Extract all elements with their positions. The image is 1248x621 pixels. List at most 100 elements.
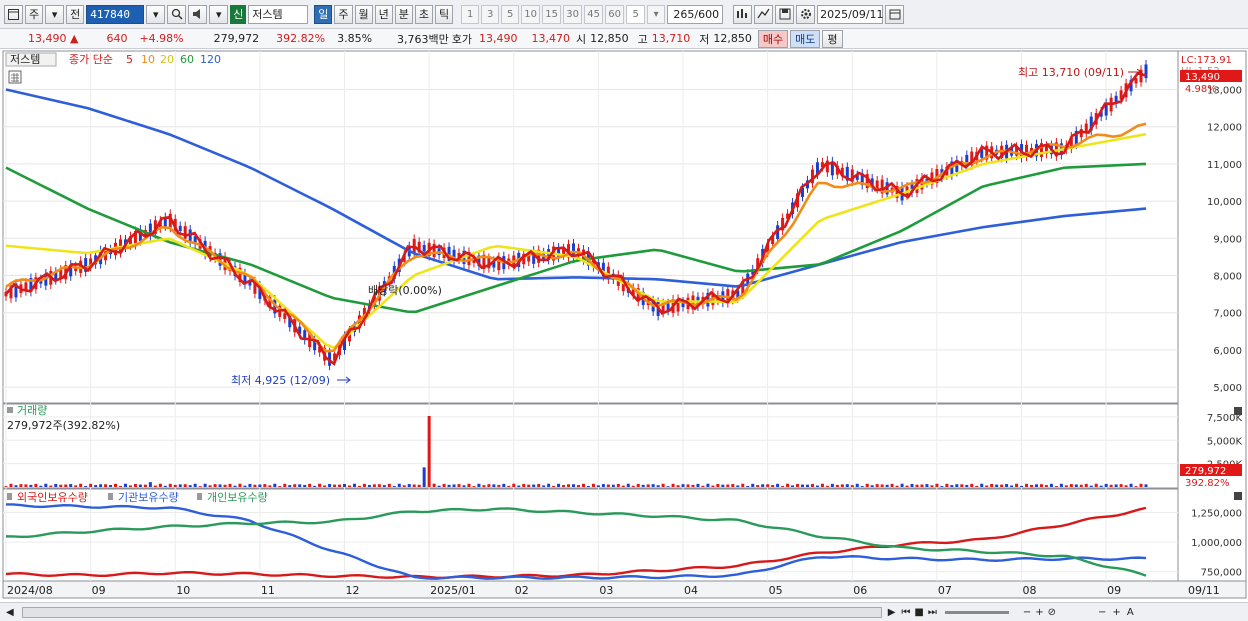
volume-bar [1044,485,1048,487]
chevron-down-icon[interactable]: ▾ [209,4,229,24]
chevron-down-icon[interactable]: ▾ [647,4,666,24]
draw-line-icon[interactable] [754,4,774,24]
zoom-out-icon[interactable]: − [1023,607,1031,618]
interval-3[interactable]: 3 [481,4,500,24]
gear-icon[interactable] [796,4,816,24]
volume-bar [955,484,959,487]
interval-60[interactable]: 60 [605,4,625,24]
volume-bar [84,485,88,487]
buy-button[interactable]: 매수 [757,29,789,48]
volume-bar [34,483,38,487]
interval-30[interactable]: 30 [563,4,583,24]
volume-bar [801,484,805,487]
close-icon[interactable] [1234,492,1242,500]
period-day[interactable]: 일 [314,4,333,24]
interval-input[interactable]: 5 [626,4,646,24]
first-page-icon[interactable]: ⏮ [901,607,910,618]
period-minute[interactable]: 분 [394,4,413,24]
volume-bar [437,485,441,487]
volume-bar [820,483,824,487]
volume-bar [133,484,137,487]
period-week[interactable]: 주 [334,4,353,24]
volume-bar [482,485,486,487]
period-year[interactable]: 년 [374,4,393,24]
volume-bar [656,485,660,487]
sell-button[interactable]: 매도 [790,29,821,48]
x-tick-label: 09 [92,584,106,597]
volume-bar [781,485,785,487]
volume-bar [591,483,595,487]
volume-bar [208,485,212,487]
volume-bar [666,486,670,487]
speaker-icon[interactable] [188,4,208,24]
volume-bar [328,484,332,487]
scroll-left-icon[interactable]: ◀ [6,607,14,618]
zoom-slider[interactable] [944,610,1009,614]
volume-bar [1124,485,1128,487]
volume-tag-pct: 392.82% [1185,478,1230,489]
volume-bar [228,483,232,487]
volume-bar [900,483,904,487]
stop-icon[interactable]: ■ [914,607,923,618]
stock-name-field[interactable]: 저스템 [248,4,309,24]
chart-tool-icon[interactable] [733,4,753,24]
interval-5[interactable]: 5 [501,4,520,24]
volume-bar [283,483,287,487]
market-select[interactable]: 주 [25,4,44,24]
avg-button[interactable]: 평 [822,29,843,48]
interval-45[interactable]: 45 [584,4,604,24]
interval-15[interactable]: 15 [542,4,562,24]
volume-bar [681,484,685,487]
volume-bar [1064,485,1068,487]
y-tick-label: 12,000 [1207,123,1242,134]
period-month[interactable]: 월 [354,4,373,24]
minus-icon[interactable]: − [1098,607,1106,618]
volume-bar [636,483,640,487]
search-icon[interactable] [167,4,187,24]
count-field[interactable]: 265/600 [667,4,724,24]
volume-bar [74,485,78,487]
volume-bar [776,483,780,487]
period-tick[interactable]: 틱 [435,4,454,24]
y-tick-label: 6,000 [1213,346,1242,357]
last-page-icon[interactable]: ⏭ [928,607,937,618]
interval-1[interactable]: 1 [461,4,480,24]
volume-bar [178,484,182,487]
volume-bar [1129,483,1133,487]
volume-bar [686,484,690,487]
interval-10[interactable]: 10 [521,4,541,24]
volume-bar [1144,484,1148,487]
volume-bar [825,485,829,487]
date-field[interactable]: 2025/09/11 [817,4,884,24]
reset-icon[interactable]: ⊘ [1048,607,1056,618]
volume-bar [751,483,755,487]
plus-icon[interactable]: + [1112,607,1120,618]
volume-bar [761,484,765,487]
volume-bar [128,485,132,487]
prev-button[interactable]: 전 [66,4,85,24]
volume-bar [771,485,775,487]
volume-bar [258,484,262,487]
code-input[interactable]: 417840 [86,4,145,24]
volume-bar [985,485,989,487]
period-second[interactable]: 초 [414,4,433,24]
chevron-down-icon[interactable]: ▾ [146,4,166,24]
save-icon[interactable] [775,4,795,24]
window-icon[interactable] [4,4,23,24]
text-tool-icon[interactable]: A [1127,607,1134,618]
volume-bar [581,483,585,487]
volume-bar [29,484,33,487]
volume-bar [447,484,451,487]
chevron-down-icon[interactable]: ▾ [45,4,65,24]
scroll-track[interactable] [21,606,882,618]
candle-body [178,225,182,232]
volume-bar [367,484,371,487]
volume-bar [432,483,436,487]
volume-bar [880,484,884,487]
scroll-right-icon[interactable]: ▶ [888,607,896,618]
calendar-icon[interactable] [885,4,905,24]
volume-bar [238,483,242,487]
close-icon[interactable] [1234,407,1242,415]
stock-chart[interactable]: 13,00012,00011,00010,0009,0008,0007,0006… [0,50,1248,602]
zoom-in-icon[interactable]: + [1035,607,1043,618]
